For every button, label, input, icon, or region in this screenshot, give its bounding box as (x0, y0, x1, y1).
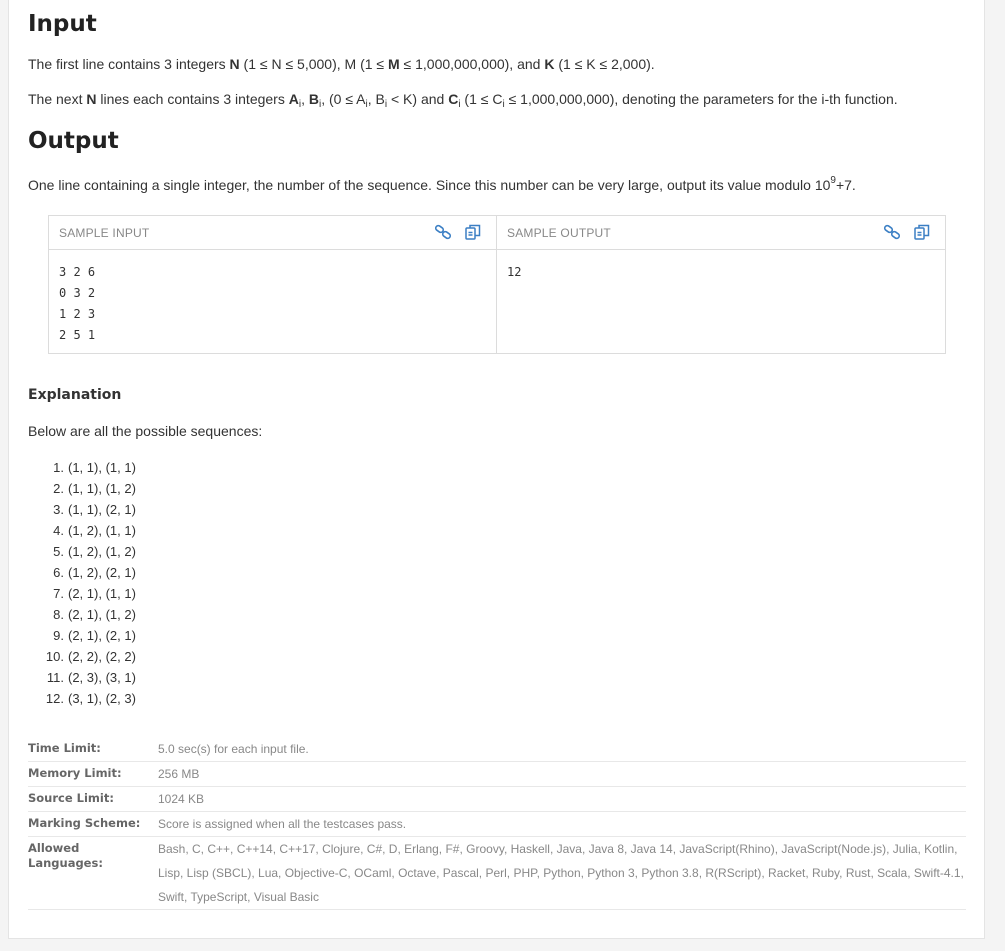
list-item-number: 8. (53, 607, 64, 622)
sample-box: SAMPLE INPUT 3 2 6 0 3 2 1 2 3 2 5 1 SAM… (48, 215, 946, 354)
list-item-text: (2, 1), (2, 1) (68, 628, 136, 643)
limit-key: Source Limit: (28, 786, 158, 812)
limit-key: Allowed Languages: (28, 836, 158, 910)
sequence-list: 1. (1, 1), (1, 1) 2. (1, 1), (1, 2) 3. (1, 1)… (28, 457, 136, 709)
text-fragment: lines each contains 3 integers (96, 91, 289, 107)
list-item-number: 1. (53, 460, 64, 475)
list-item: 11. (2, 3), (3, 1) (28, 667, 136, 688)
list-item-text: (2, 1), (1, 1) (68, 586, 136, 601)
list-item: 10. (2, 2), (2, 2) (28, 646, 136, 667)
var-k: K (544, 56, 555, 72)
var-c: C (448, 91, 459, 107)
limit-key: Memory Limit: (28, 761, 158, 787)
explanation-title: Explanation (28, 387, 122, 403)
input-line-1: The first line contains 3 integers N (1 … (28, 56, 655, 72)
list-item: 12. (3, 1), (2, 3) (28, 688, 136, 709)
limit-key: Time Limit: (28, 737, 158, 762)
table-row: Memory Limit: 256 MB (28, 761, 966, 787)
problem-card: Input The first line contains 3 integers… (8, 0, 985, 939)
text-fragment: , (0 ≤ A (321, 91, 366, 107)
list-item: 3. (1, 1), (2, 1) (28, 499, 136, 520)
list-item-number: 4. (53, 523, 64, 538)
limit-key: Marking Scheme: (28, 811, 158, 837)
list-item-text: (1, 1), (2, 1) (68, 502, 136, 517)
list-item-text: (1, 1), (1, 1) (68, 460, 136, 475)
text-fragment: The first line contains 3 integers (28, 56, 230, 72)
text-fragment: (1 ≤ C (460, 91, 503, 107)
table-row: Time Limit: 5.0 sec(s) for each input fil… (28, 737, 966, 762)
text-fragment: (1 ≤ K ≤ 2,000). (554, 56, 655, 72)
sample-input-title: SAMPLE INPUT (59, 226, 150, 240)
sample-input-panel: SAMPLE INPUT 3 2 6 0 3 2 1 2 3 2 5 1 (49, 216, 497, 353)
text-fragment: < K) and (387, 91, 449, 107)
list-item-number: 11. (46, 670, 64, 685)
explanation-intro: Below are all the possible sequences: (28, 423, 263, 439)
list-item-text: (1, 2), (1, 1) (68, 523, 136, 538)
list-item: 1. (1, 1), (1, 1) (28, 457, 136, 478)
list-item-text: (3, 1), (2, 3) (68, 691, 136, 706)
sample-input-header: SAMPLE INPUT (49, 216, 496, 250)
input-line-2: The next N lines each contains 3 integer… (28, 91, 898, 110)
limits-table: Time Limit: 5.0 sec(s) for each input fil… (28, 737, 966, 910)
limit-value: Bash, C, C++, C++14, C++17, Clojure, C#,… (158, 836, 966, 910)
copy-icon[interactable] (464, 223, 482, 241)
table-row: Marking Scheme: Score is assigned when al… (28, 811, 966, 837)
text-fragment: , (301, 91, 309, 107)
limit-value: 256 MB (158, 761, 966, 787)
text-fragment: +7. (835, 177, 856, 193)
limit-value: 1024 KB (158, 786, 966, 812)
input-heading: Input (28, 11, 97, 37)
limit-value: Score is assigned when all the testcases… (158, 811, 966, 837)
sample-input-text: 3 2 6 0 3 2 1 2 3 2 5 1 (59, 265, 96, 342)
text-fragment: ≤ 1,000,000,000), and (399, 56, 545, 72)
list-item: 9. (2, 1), (2, 1) (28, 625, 136, 646)
var-b: B (308, 91, 319, 107)
list-item-number: 9. (53, 628, 64, 643)
var-n: N (229, 56, 240, 72)
list-item: 2. (1, 1), (1, 2) (28, 478, 136, 499)
sample-output-title: SAMPLE OUTPUT (507, 226, 611, 240)
list-item-number: 12. (45, 691, 64, 706)
output-heading: Output (28, 128, 119, 154)
text-fragment: One line containing a single integer, th… (28, 177, 831, 193)
list-item-number: 2. (53, 481, 64, 496)
link-icon[interactable] (434, 223, 452, 241)
list-item: 7. (2, 1), (1, 1) (28, 583, 136, 604)
list-item: 6. (1, 2), (2, 1) (28, 562, 136, 583)
var-n: N (86, 91, 97, 107)
limit-value: 5.0 sec(s) for each input file. (158, 737, 966, 762)
list-item-text: (2, 3), (3, 1) (68, 670, 136, 685)
list-item-number: 6. (53, 565, 64, 580)
sample-output-panel: SAMPLE OUTPUT 12 (497, 216, 945, 353)
sample-output-header: SAMPLE OUTPUT (497, 216, 945, 250)
list-item-number: 7. (53, 586, 64, 601)
list-item-number: 5. (53, 544, 64, 559)
text-fragment: The next (28, 91, 87, 107)
text-fragment: , B (367, 91, 385, 107)
list-item-text: (1, 2), (2, 1) (68, 565, 136, 580)
output-line: One line containing a single integer, th… (28, 176, 856, 194)
table-row: Source Limit: 1024 KB (28, 786, 966, 812)
sample-output-text: 12 (507, 265, 522, 279)
list-item-number: 10. (45, 649, 64, 664)
list-item: 8. (2, 1), (1, 2) (28, 604, 136, 625)
list-item-text: (1, 1), (1, 2) (68, 481, 136, 496)
list-item-number: 3. (53, 502, 64, 517)
link-icon[interactable] (883, 223, 901, 241)
table-row: Allowed Languages: Bash, C, C++, C++14, C… (28, 836, 966, 910)
list-item-text: (2, 2), (2, 2) (68, 649, 136, 664)
var-m: M (387, 56, 400, 72)
text-fragment: (1 ≤ N ≤ 5,000), M (1 ≤ (239, 56, 388, 72)
copy-icon[interactable] (913, 223, 931, 241)
list-item-text: (1, 2), (1, 2) (68, 544, 136, 559)
list-item: 4. (1, 2), (1, 1) (28, 520, 136, 541)
var-a: A (288, 91, 299, 107)
list-item: 5. (1, 2), (1, 2) (28, 541, 136, 562)
text-fragment: ≤ 1,000,000,000), denoting the parameter… (504, 91, 898, 107)
list-item-text: (2, 1), (1, 2) (68, 607, 136, 622)
